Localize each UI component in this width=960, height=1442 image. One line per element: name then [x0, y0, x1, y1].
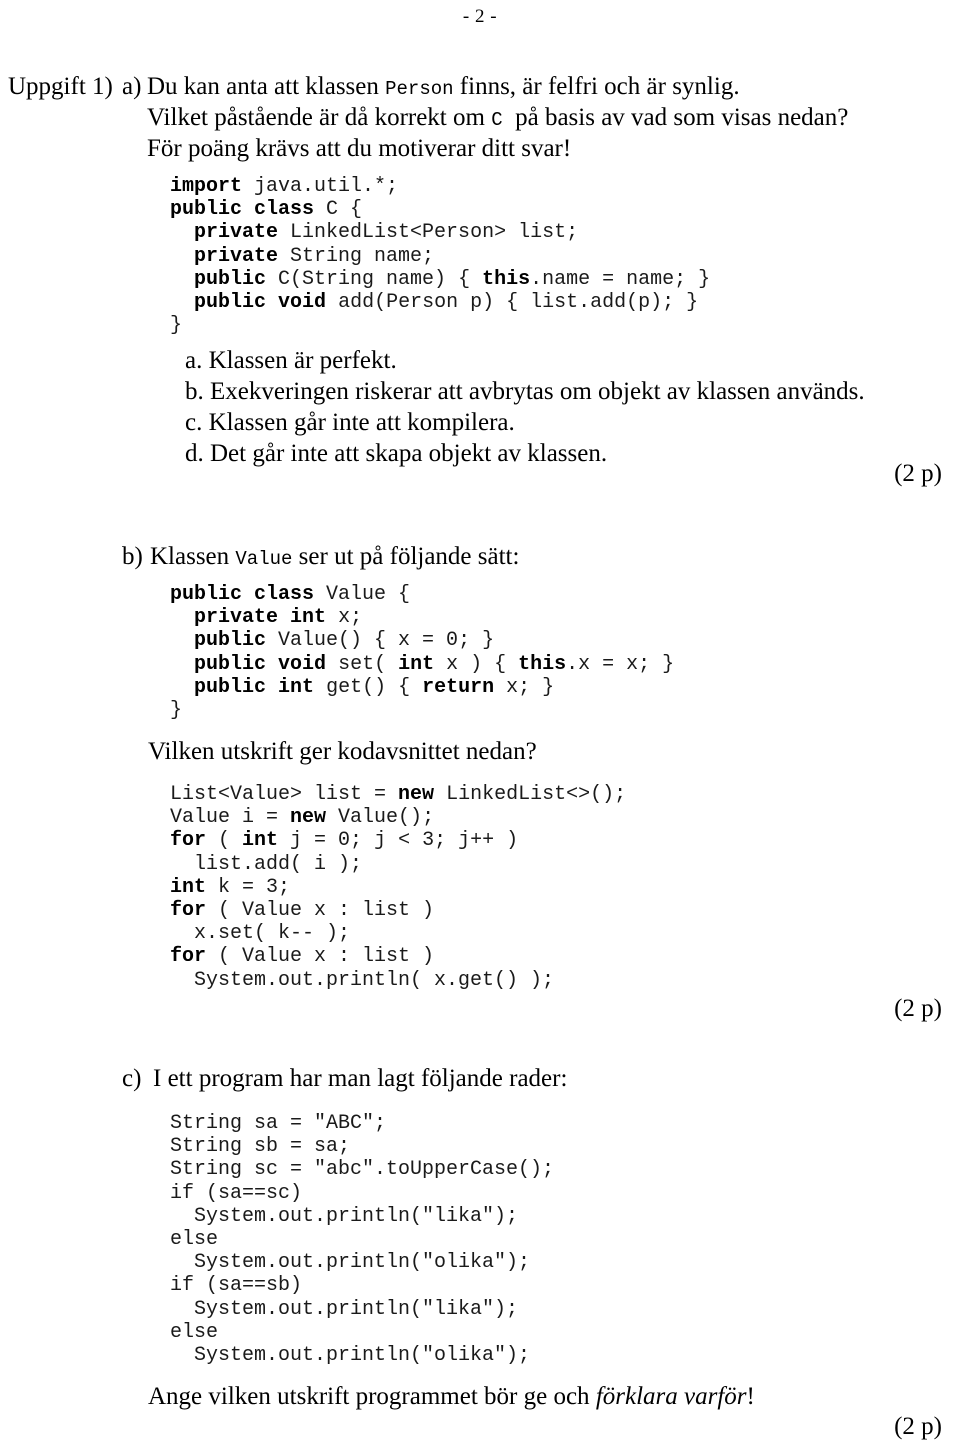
- part-marker-c: c): [122, 1065, 142, 1092]
- part-c-heading: I ett program har man lagt följande rade…: [153, 1065, 568, 1092]
- part-c-closing: Ange vilken utskrift programmet bör ge o…: [148, 1381, 755, 1412]
- code-block-class-c: import java.util.*; public class C { pri…: [170, 175, 711, 338]
- part-c-closing-pre: Ange vilken utskrift programmet bör ge o…: [148, 1383, 596, 1410]
- part-a-line-1: Du kan anta att klassen Person finns, är…: [147, 71, 740, 105]
- points-part-b: (2 p): [894, 995, 942, 1022]
- option-a: a. Klassen är perfekt.: [185, 347, 397, 374]
- part-b-heading-pre: Klassen: [150, 543, 236, 570]
- points-part-a: (2 p): [894, 460, 942, 487]
- part-a-line-1-post: finns, är felfri och är synlig.: [453, 73, 740, 100]
- exam-page: - 2 - Uppgift 1) a) Du kan anta att klas…: [0, 0, 960, 1442]
- option-c: c. Klassen går inte att kompilera.: [185, 409, 515, 436]
- part-marker-b: b): [122, 543, 143, 570]
- option-d: d. Det går inte att skapa objekt av klas…: [185, 440, 608, 467]
- class-name-person: Person: [385, 78, 454, 100]
- part-marker-a: a): [122, 73, 142, 100]
- part-b-heading-post: ser ut på följande sätt:: [292, 543, 520, 570]
- part-a-line-1-pre: Du kan anta att klassen: [147, 73, 386, 100]
- class-name-value: Value: [235, 548, 293, 570]
- part-c-closing-post: !: [746, 1383, 755, 1410]
- page-number: - 2 -: [462, 6, 498, 27]
- task-label: Uppgift 1): [8, 73, 113, 100]
- part-b-heading: Klassen Value ser ut på följande sätt:: [150, 541, 519, 575]
- part-a-line-2-post: på basis av vad som visas nedan?: [502, 104, 849, 131]
- part-a-line-3: För poäng krävs att du motiverar ditt sv…: [147, 135, 572, 162]
- points-part-c: (2 p): [894, 1413, 942, 1440]
- code-block-list-loop: List<Value> list = new LinkedList<>(); V…: [170, 783, 627, 992]
- part-a-line-2-pre: Vilket påstående är då korrekt om: [147, 104, 492, 131]
- part-c-closing-emphasis: förklara varför: [595, 1383, 747, 1410]
- code-block-class-value: public class Value { private int x; publ…: [170, 583, 675, 723]
- option-b: b. Exekveringen riskerar att avbrytas om…: [185, 378, 865, 405]
- code-block-string-compare: String sa = "ABC"; String sb = sa; Strin…: [170, 1112, 555, 1368]
- part-b-question: Vilken utskrift ger kodavsnittet nedan?: [148, 738, 537, 765]
- class-name-c: C: [491, 109, 503, 131]
- part-a-line-2: Vilket påstående är då korrekt om C på b…: [147, 102, 848, 136]
